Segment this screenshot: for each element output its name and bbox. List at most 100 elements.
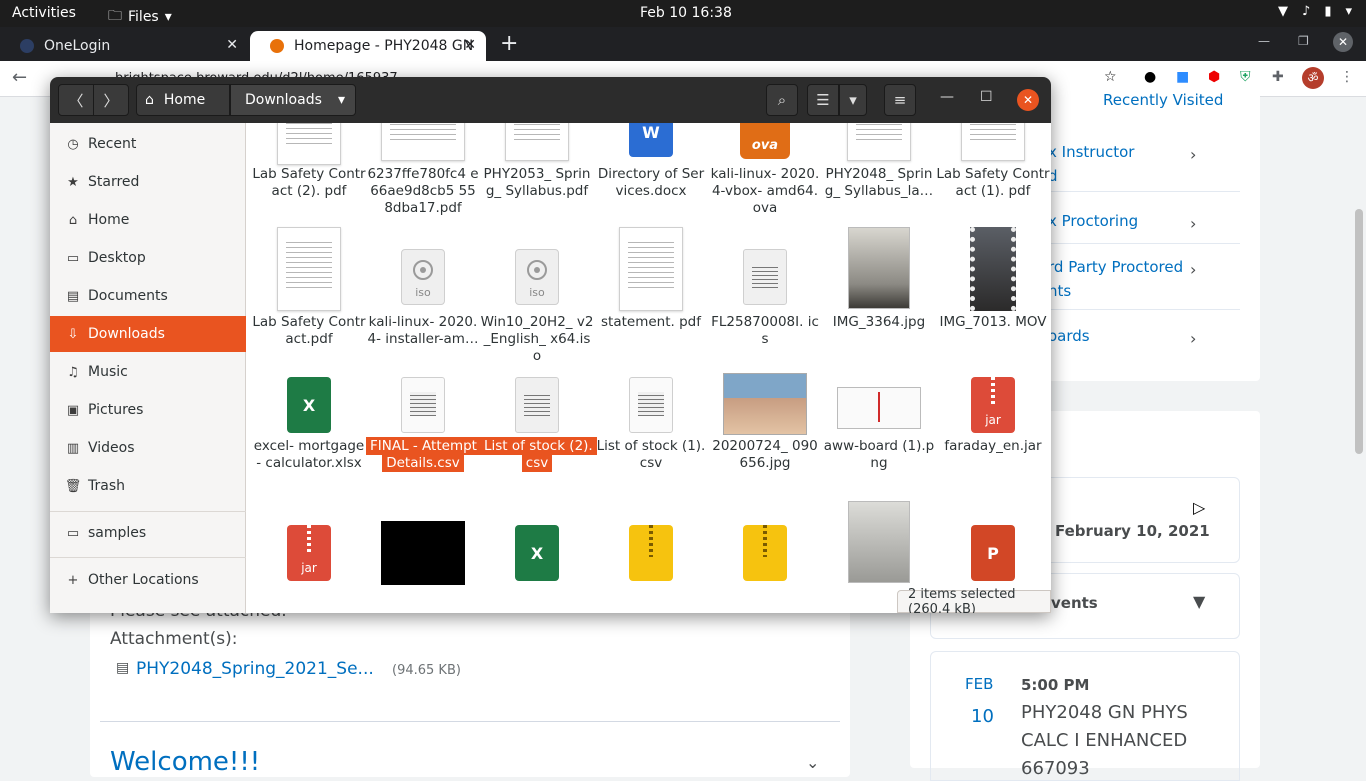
close-window-icon[interactable]: ✕ bbox=[1017, 89, 1039, 111]
shield-extension-icon[interactable]: ⛨ bbox=[1240, 69, 1251, 85]
attachment-link[interactable]: PHY2048_Spring_2021_Se... bbox=[136, 659, 374, 679]
sidebar-item-music[interactable]: ♫ Music bbox=[50, 354, 246, 390]
back-arrow-icon[interactable]: ← bbox=[12, 67, 27, 88]
video-thumbnail-icon bbox=[970, 227, 1016, 311]
third-party-proctored-link[interactable]: rd Party Proctored bbox=[1048, 258, 1183, 276]
selection-status: 2 items selected (260.4 kB) bbox=[897, 587, 1051, 613]
iso-label: iso bbox=[415, 286, 431, 299]
recently-visited-link[interactable]: Recently Visited bbox=[1103, 91, 1223, 109]
tab-label: Homepage - PHY2048 GN bbox=[294, 38, 474, 54]
sidebar-item-samples[interactable]: ▭ samples bbox=[50, 515, 246, 551]
play-next-icon[interactable]: ▷ bbox=[1193, 498, 1205, 517]
sidebar-item-videos[interactable]: ▥ Videos bbox=[50, 430, 246, 466]
sidebar-item-documents[interactable]: ▤ Documents bbox=[50, 278, 246, 314]
breadcrumb-home[interactable]: ⌂ Home bbox=[136, 84, 230, 116]
sidebar-item-home[interactable]: ⌂ Home bbox=[50, 202, 246, 238]
event-title[interactable]: PHY2048 GN PHYS bbox=[1021, 702, 1188, 723]
zoom-extension-icon[interactable]: ■ bbox=[1176, 69, 1189, 85]
plus-icon: + bbox=[67, 572, 79, 588]
file-name: Lab Safety Contract (2). pdf bbox=[252, 166, 366, 199]
places-sidebar: ◷ Recent ★ Starred ⌂ Home ▭ Desktop ▤ Documen… bbox=[50, 123, 246, 613]
file-name: 20200724_ 090656.jpg bbox=[712, 438, 818, 471]
files-app-menu[interactable]: 🗀 Files ▾ bbox=[108, 5, 172, 29]
chevron-right-icon[interactable]: › bbox=[1190, 329, 1196, 348]
sidebar-item-starred[interactable]: ★ Starred bbox=[50, 164, 246, 200]
system-top-bar: Activities 🗀 Files ▾ Feb 10 16:38 ▼ ♪ ▮ … bbox=[0, 0, 1366, 27]
file-name-text: FINAL - Attempt Details.csv bbox=[366, 437, 481, 472]
tab-homepage[interactable]: Homepage - PHY2048 GN ✕ bbox=[250, 31, 486, 61]
file-icon: ▤ bbox=[116, 660, 130, 676]
maximize-browser-icon[interactable]: ❐ bbox=[1298, 34, 1309, 48]
breadcrumb-downloads[interactable]: Downloads ▾ bbox=[230, 84, 356, 116]
minimize-icon[interactable]: — bbox=[940, 89, 954, 105]
sidebar-item-trash[interactable]: 🗑 Trash bbox=[50, 468, 246, 504]
star-bookmark-icon[interactable]: ☆ bbox=[1104, 69, 1117, 85]
maximize-icon[interactable]: ☐ bbox=[980, 89, 993, 105]
file-name: excel- mortgage- calculator.xlsx bbox=[253, 438, 365, 471]
sidebar-item-desktop[interactable]: ▭ Desktop bbox=[50, 240, 246, 276]
sidebar-item-label: Starred bbox=[88, 174, 140, 190]
forward-button[interactable]: 〉 bbox=[93, 84, 129, 116]
welcome-heading[interactable]: Welcome!!! bbox=[110, 747, 260, 777]
search-button[interactable]: ⌕ bbox=[766, 84, 798, 116]
minimize-browser-icon[interactable]: — bbox=[1258, 34, 1270, 48]
chevron-down-icon[interactable]: ▼ bbox=[1193, 592, 1205, 611]
home-icon: ⌂ bbox=[145, 92, 154, 108]
chevron-right-icon[interactable]: › bbox=[1190, 214, 1196, 233]
sidebar-item-label: Downloads bbox=[88, 326, 165, 342]
event-title-cont[interactable]: 667093 bbox=[1021, 758, 1090, 779]
file-name-text: List of stock (2).csv bbox=[480, 437, 597, 472]
divider bbox=[1048, 309, 1240, 310]
events-label: vents bbox=[1051, 594, 1098, 612]
home-icon: ⌂ bbox=[68, 212, 78, 228]
page-scrollbar[interactable] bbox=[1352, 97, 1366, 768]
sidebar-item-other-locations[interactable]: + Other Locations bbox=[50, 562, 246, 598]
chevron-right-icon[interactable]: › bbox=[1190, 145, 1196, 164]
pdf-thumbnail-icon bbox=[619, 227, 683, 311]
profile-avatar[interactable]: ॐ bbox=[1302, 67, 1324, 89]
sidebar-item-label: Other Locations bbox=[88, 572, 199, 588]
system-tray[interactable]: ▼ ♪ ▮ ▾ bbox=[1278, 4, 1352, 19]
instructor-link[interactable]: x Instructor bbox=[1048, 143, 1134, 161]
chevron-right-icon[interactable]: › bbox=[1190, 260, 1196, 279]
clock-icon: ◷ bbox=[67, 136, 79, 152]
chevron-down-icon: ▾ bbox=[849, 91, 857, 109]
disc-image-icon: iso bbox=[401, 249, 445, 305]
chrome-menu-icon[interactable]: ⋮ bbox=[1340, 69, 1354, 85]
sidebar-item-label: Documents bbox=[88, 288, 168, 304]
close-tab-icon[interactable]: ✕ bbox=[464, 37, 476, 53]
view-options-button[interactable]: ▾ bbox=[839, 84, 867, 116]
boards-link[interactable]: oards bbox=[1048, 327, 1090, 345]
new-tab-button[interactable]: + bbox=[500, 31, 518, 56]
browser-tab-strip: OneLogin ✕ Homepage - PHY2048 GN ✕ + — ❐… bbox=[0, 27, 1366, 61]
extension-1-icon[interactable]: ● bbox=[1144, 69, 1156, 85]
file-name: statement. pdf bbox=[601, 314, 701, 330]
sidebar-item-label: Pictures bbox=[88, 402, 144, 418]
scrollbar-thumb[interactable] bbox=[1355, 209, 1363, 454]
close-browser-icon[interactable]: ✕ bbox=[1333, 32, 1353, 52]
music-icon: ♫ bbox=[67, 364, 79, 380]
sidebar-item-pictures[interactable]: ▣ Pictures bbox=[50, 392, 246, 428]
adblock-extension-icon[interactable]: ⬢ bbox=[1208, 69, 1220, 85]
sidebar-item-recent[interactable]: ◷ Recent bbox=[50, 126, 246, 162]
event-title-cont[interactable]: CALC I ENHANCED bbox=[1021, 730, 1187, 751]
clock[interactable]: Feb 10 16:38 bbox=[640, 5, 732, 21]
close-tab-icon[interactable]: ✕ bbox=[226, 37, 238, 53]
video-thumbnail-icon bbox=[381, 521, 465, 585]
file-name: Win10_20H2_ v2_English_ x64.iso bbox=[480, 314, 594, 364]
volume-icon: ♪ bbox=[1302, 4, 1311, 19]
tab-onelogin[interactable]: OneLogin ✕ bbox=[0, 31, 248, 61]
view-toggle-button[interactable]: ☰ bbox=[807, 84, 839, 116]
menu-button[interactable]: ≡ bbox=[884, 84, 916, 116]
calendar-file-icon bbox=[743, 249, 787, 305]
chevron-down-icon[interactable]: ⌄ bbox=[806, 753, 819, 772]
event-month: FEB bbox=[965, 675, 994, 693]
sidebar-item-downloads[interactable]: ⇩ Downloads bbox=[50, 316, 246, 352]
activities-button[interactable]: Activities bbox=[12, 5, 76, 21]
list-view-icon: ☰ bbox=[816, 91, 830, 109]
puzzle-extensions-icon[interactable]: ✚ bbox=[1272, 69, 1284, 85]
event-item[interactable]: FEB 10 5:00 PM PHY2048 GN PHYS CALC I EN… bbox=[930, 651, 1240, 781]
file-name: FINAL - Attempt Details.csv bbox=[366, 437, 481, 472]
back-button[interactable]: 〈 bbox=[58, 84, 94, 116]
proctoring-link[interactable]: x Proctoring bbox=[1048, 212, 1138, 230]
